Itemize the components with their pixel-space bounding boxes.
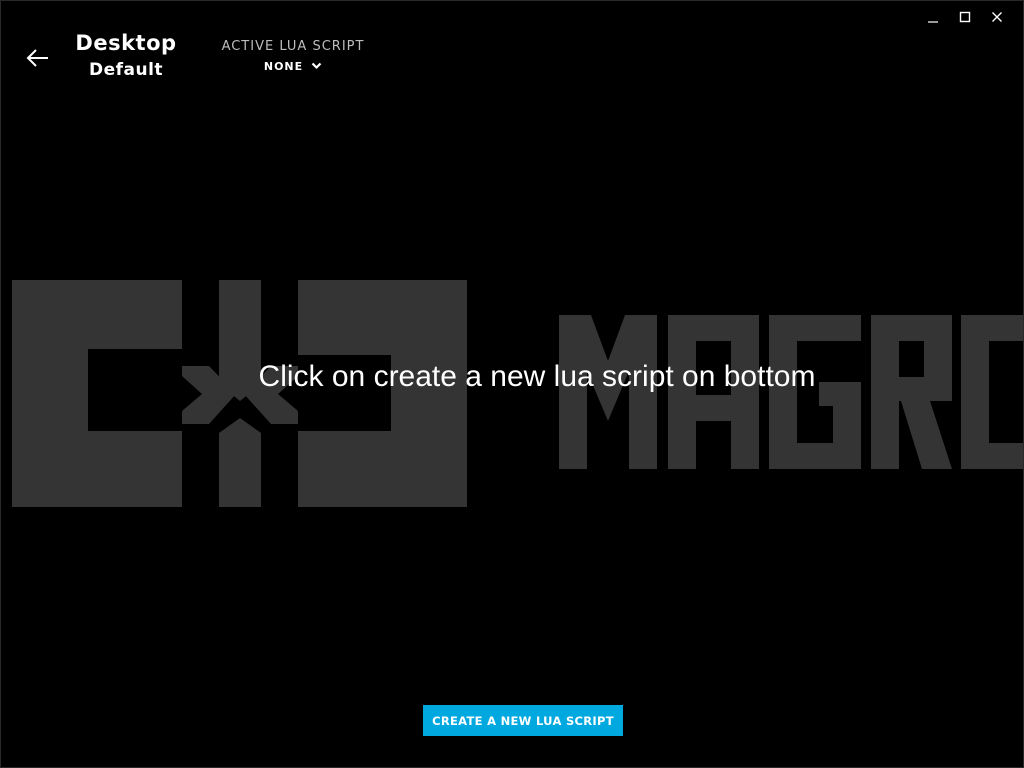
close-icon[interactable] bbox=[981, 7, 1013, 27]
chevron-down-icon bbox=[311, 60, 322, 73]
arrow-left-icon[interactable] bbox=[23, 45, 53, 71]
lua-script-value: NONE bbox=[263, 60, 304, 73]
profile-subtitle: Default bbox=[88, 60, 164, 80]
profile-selector[interactable]: Desktop Default bbox=[61, 29, 191, 83]
lua-script-dropdown[interactable]: NONE bbox=[264, 60, 322, 73]
maximize-icon[interactable] bbox=[949, 7, 981, 27]
active-lua-script: ACTIVE LUA SCRIPT NONE bbox=[213, 39, 373, 74]
app-window: Desktop Default ACTIVE LUA SCRIPT NONE C… bbox=[0, 0, 1024, 768]
window-controls bbox=[917, 7, 1013, 27]
lua-script-label: ACTIVE LUA SCRIPT bbox=[221, 39, 365, 54]
instruction-text: Click on create a new lua script on bott… bbox=[258, 360, 816, 393]
profile-name: Desktop bbox=[75, 31, 177, 55]
create-lua-script-button[interactable]: CREATE A NEW LUA SCRIPT bbox=[423, 705, 623, 736]
minimize-icon[interactable] bbox=[917, 7, 949, 27]
